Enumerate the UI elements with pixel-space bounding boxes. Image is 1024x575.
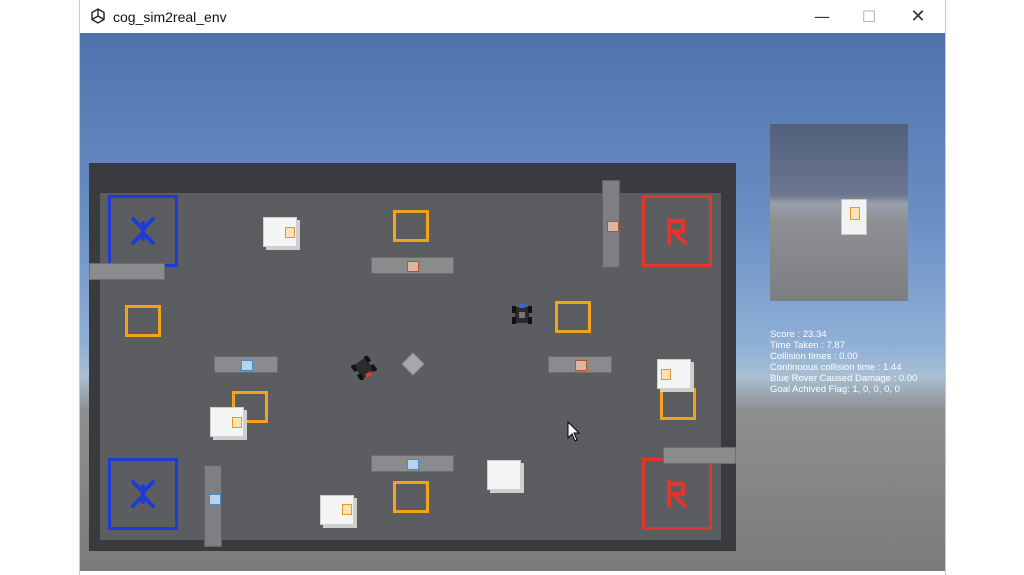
crate-marker (232, 417, 242, 428)
barrier-marker (407, 261, 419, 272)
goal-zone (393, 481, 429, 513)
app-window: cog_sim2real_env — ☐ ✕ Score: 23.34 Tim… (79, 0, 946, 575)
red-base-top-right (642, 195, 712, 267)
blue-rover (512, 304, 532, 324)
supply-crate (210, 407, 244, 437)
red-base-bottom-right (642, 458, 712, 530)
barrier (663, 447, 736, 464)
red-rover (351, 356, 377, 380)
rover-camera-view (770, 124, 908, 301)
supply-crate (657, 359, 691, 389)
barrier-marker (407, 459, 419, 470)
blue-base-emblem-icon (131, 480, 155, 508)
barrier (214, 356, 278, 373)
close-button[interactable]: ✕ (898, 4, 938, 28)
goal-zone (393, 210, 429, 242)
blue-base-top-left (108, 195, 178, 267)
hud-collision-times: Collision times : 0.00 (770, 351, 858, 362)
goal-zone (660, 388, 696, 420)
blue-base-bottom-left (108, 458, 178, 530)
center-target-marker (401, 352, 425, 376)
hud-continuous-collision: Continuous collision time : 1.44 (770, 362, 902, 373)
title-bar[interactable]: cog_sim2real_env — ☐ ✕ (80, 0, 945, 33)
barrier (89, 263, 165, 280)
window-title: cog_sim2real_env (113, 9, 227, 25)
barrier-marker (607, 221, 619, 232)
goal-zone (125, 305, 161, 337)
maximize-button[interactable]: ☐ (849, 4, 889, 28)
barrier-vertical (204, 465, 222, 547)
blue-base-emblem-icon (131, 217, 155, 245)
minimize-button[interactable]: — (802, 4, 842, 28)
barrier (371, 257, 454, 274)
barrier (548, 356, 612, 373)
barrier-marker (209, 494, 221, 505)
hud-panel: Score : 23.34 Time Taken : 7.87 Collisio… (770, 329, 945, 415)
red-base-emblem-icon (667, 480, 687, 508)
hud-score: Score : 23.34 (770, 329, 827, 340)
barrier-marker (575, 360, 587, 371)
unity-logo-icon (91, 8, 105, 24)
barrier-marker (241, 360, 253, 371)
camera-crate (841, 199, 867, 235)
crate-marker (661, 369, 671, 380)
hud-goal-flag: Goal Achived Flag: 1, 0, 0, 0, 0 (770, 384, 900, 395)
barrier-vertical (602, 180, 620, 268)
crate-marker (342, 504, 352, 515)
red-base-emblem-icon (667, 217, 687, 245)
game-viewport[interactable]: Score : 23.34 Time Taken : 7.87 Collisio… (80, 33, 945, 571)
supply-crate (487, 460, 521, 490)
crate-marker (285, 227, 295, 238)
hud-time-taken: Time Taken : 7.87 (770, 340, 845, 351)
barrier (371, 455, 454, 472)
goal-zone (555, 301, 591, 333)
crate-marker (850, 207, 860, 220)
hud-blue-damage: Blue Rover Caused Damage : 0.00 (770, 373, 918, 384)
mouse-pointer-icon (567, 421, 581, 442)
supply-crate (263, 217, 297, 247)
supply-crate (320, 495, 354, 525)
